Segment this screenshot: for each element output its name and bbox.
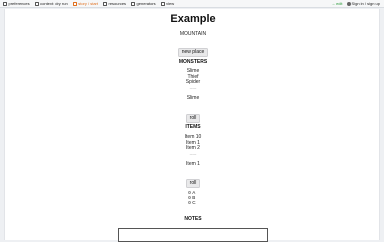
nav-item-preferences[interactable]: preferences <box>3 0 30 6</box>
nav-label: view <box>166 0 175 6</box>
nav-item-resources[interactable]: resources <box>102 0 127 6</box>
nav-label: story / start <box>78 0 98 6</box>
sign-in-label: Sign in / sign up <box>351 0 380 6</box>
context-icon <box>34 1 39 6</box>
nav-item-context[interactable]: context: dry run <box>34 0 68 6</box>
edit-label: edit <box>336 0 343 6</box>
nav-label: resources <box>108 0 127 6</box>
new-place-button[interactable]: new place <box>177 47 209 57</box>
resources-icon <box>102 1 107 6</box>
nav-item-story[interactable]: story / start <box>72 0 98 6</box>
nav-label: context: dry run <box>40 0 68 6</box>
generators-icon <box>131 1 136 6</box>
story-icon <box>72 1 77 6</box>
topbar-right: → edit Sign in / sign up <box>327 0 384 6</box>
nav-label: generators <box>136 0 156 6</box>
radio-option-c[interactable]: C <box>5 200 381 205</box>
list-divider: ----- <box>189 84 197 90</box>
edit-link[interactable]: → edit <box>331 0 343 6</box>
nav-label: preferences <box>8 0 30 6</box>
radio-button[interactable] <box>187 191 191 195</box>
notes-heading: NOTES <box>184 216 202 222</box>
selected-monster: Slime <box>186 95 200 101</box>
view-icon <box>160 1 165 6</box>
top-navigation-bar: preferences context: dry run story / sta… <box>0 0 384 8</box>
items-list: Item 10 Item 1 Item 2 ----- <box>5 134 381 156</box>
radio-label: C <box>192 200 196 206</box>
radio-button[interactable] <box>187 196 191 200</box>
list-divider: ----- <box>189 150 197 156</box>
nav-menu: preferences context: dry run story / sta… <box>0 0 179 6</box>
roll-item-button[interactable]: roll <box>185 178 201 188</box>
items-heading: ITEMS <box>185 124 201 130</box>
preferences-icon <box>3 1 7 6</box>
roll-monster-button[interactable]: roll <box>185 113 201 123</box>
nav-item-view[interactable]: view <box>160 0 175 6</box>
nav-item-generators[interactable]: generators <box>131 0 156 6</box>
selected-item: Item 1 <box>186 161 200 167</box>
user-icon <box>346 1 351 6</box>
page-title: Example <box>170 13 216 25</box>
sign-in-link[interactable]: Sign in / sign up <box>346 0 380 6</box>
arrow-right-icon: → <box>331 0 336 6</box>
location-name: MOUNTAIN <box>179 31 207 37</box>
story-page: Example MOUNTAIN new place MONSTERS Slim… <box>4 9 381 242</box>
monsters-list: Slime Thief Spider ----- <box>5 68 381 90</box>
monsters-heading: MONSTERS <box>178 59 208 65</box>
radio-button[interactable] <box>187 201 191 205</box>
option-radio-group: A B C <box>5 190 381 206</box>
